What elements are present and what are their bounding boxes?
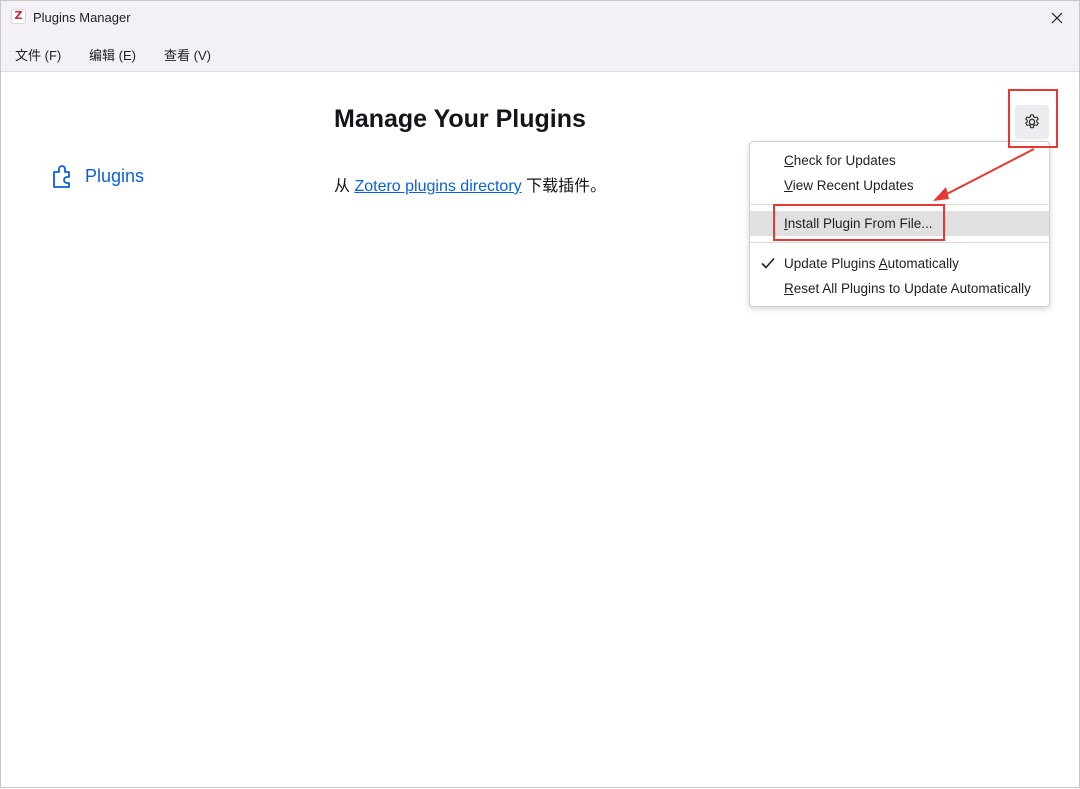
zotero-app-icon: Z: [11, 9, 26, 24]
menu-file[interactable]: 文件 (F): [15, 45, 61, 64]
close-icon: [1051, 12, 1063, 24]
checkmark-icon: [761, 257, 775, 269]
menu-bar: 文件 (F) 编辑 (E) 查看 (V): [1, 35, 1079, 72]
title-bar: Z Plugins Manager: [1, 1, 1079, 35]
puzzle-piece-icon: [53, 165, 70, 188]
menu-view[interactable]: 查看 (V): [164, 45, 211, 64]
desc-suffix: 下载插件。: [521, 178, 607, 195]
sidebar-item-label: Plugins: [85, 165, 145, 186]
desc-prefix: 从: [334, 178, 355, 195]
menu-item-view-recent-updates[interactable]: View Recent Updates: [750, 173, 1049, 198]
window-title: Plugins Manager: [33, 10, 131, 25]
menu-separator: [750, 242, 1049, 243]
menu-item-update-plugins-automatically[interactable]: Update Plugins Automatically: [750, 251, 1049, 276]
plugins-manager-window: Z Plugins Manager 文件 (F) 编辑 (E) 查看 (V) P…: [0, 0, 1080, 788]
annotation-box-gear: [1008, 89, 1058, 148]
menu-item-reset-all-plugins[interactable]: Reset All Plugins to Update Automaticall…: [750, 276, 1049, 301]
plugins-directory-link[interactable]: Zotero plugins directory: [354, 178, 521, 195]
annotation-box-install: [773, 204, 945, 241]
close-button[interactable]: [1035, 1, 1079, 35]
plugins-directory-description: 从 Zotero plugins directory 下载插件。: [334, 172, 606, 196]
page-title: Manage Your Plugins: [334, 105, 586, 133]
menu-item-check-for-updates[interactable]: Check for Updates: [750, 148, 1049, 173]
sidebar-item-plugins[interactable]: Plugins: [51, 161, 144, 191]
menu-edit[interactable]: 编辑 (E): [89, 45, 136, 64]
